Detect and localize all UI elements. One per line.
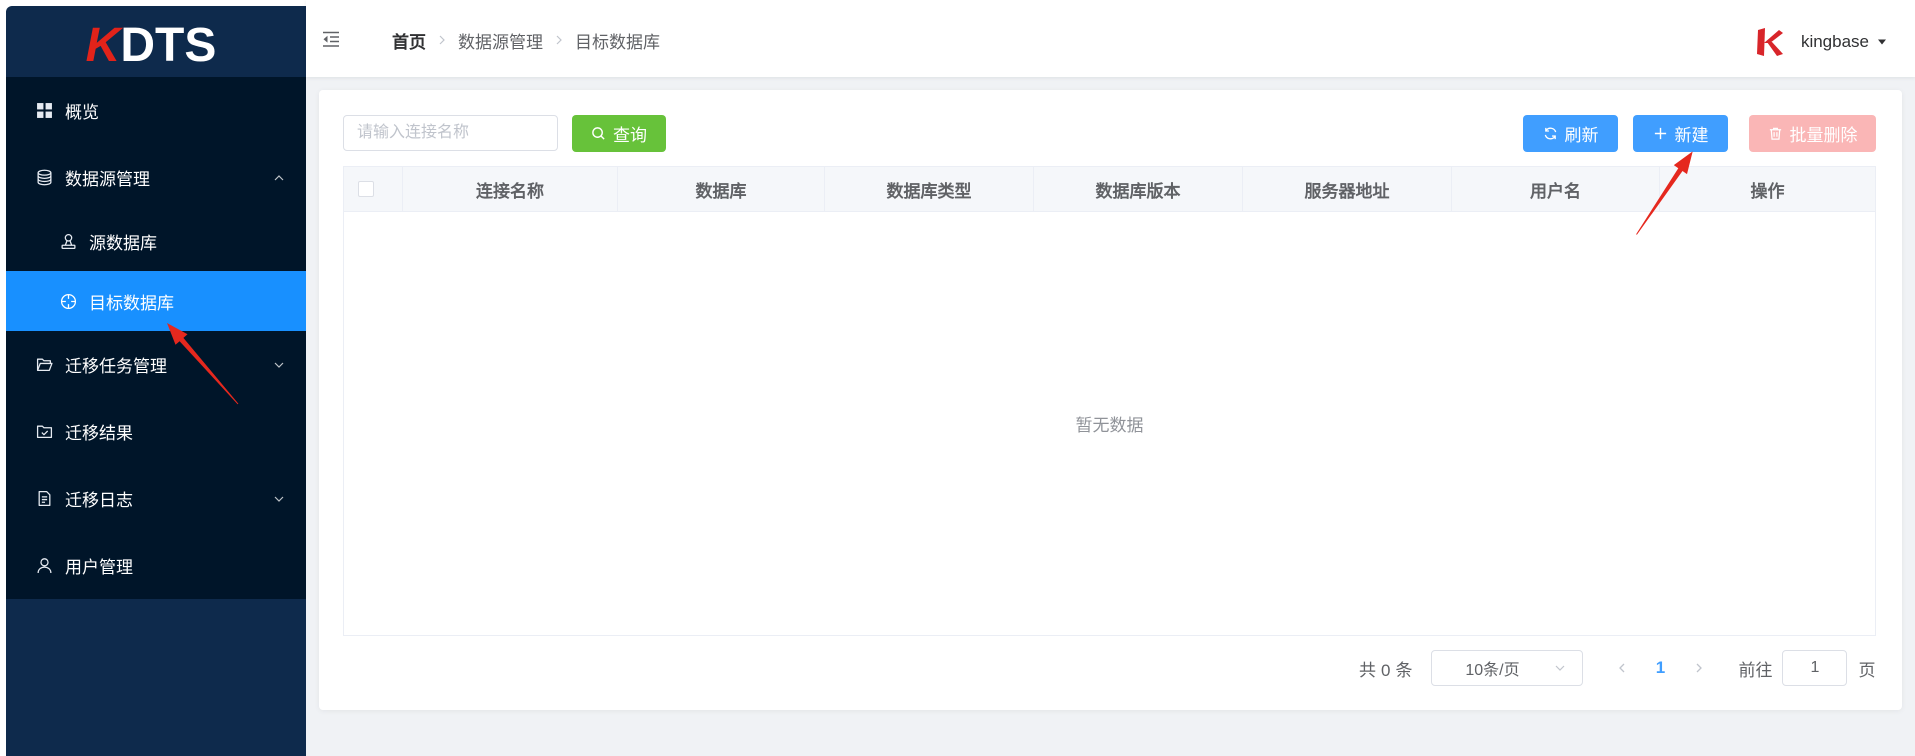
- aim-target-icon: [60, 293, 77, 310]
- logo-mark: K: [85, 19, 121, 72]
- kingbase-k-logo-icon: [1754, 27, 1784, 57]
- query-button[interactable]: 查询: [572, 115, 666, 152]
- pagination: 共0条 10条/页 1 前往 页: [1359, 650, 1875, 686]
- app-logo[interactable]: K DTS: [6, 6, 306, 77]
- breadcrumb-item-datasource-management: 数据源管理: [458, 32, 543, 52]
- chevron-right-icon: [1697, 663, 1703, 673]
- chevron-down-icon: [273, 359, 285, 371]
- folder-opened-icon: [36, 356, 53, 373]
- chevron-up-icon: [273, 172, 285, 184]
- sidebar-item-migration-logs[interactable]: 迁移日志: [6, 465, 306, 532]
- pagination-total-count: 0: [1381, 660, 1391, 680]
- search-icon: [591, 126, 606, 141]
- content-card: 查询 刷新 新建 批量删除 连接名称: [319, 90, 1902, 710]
- sidebar-item-source-database[interactable]: 源数据库: [6, 211, 306, 271]
- sidebar-item-label: 目标数据库: [89, 293, 174, 313]
- user-name: kingbase: [1800, 32, 1869, 51]
- column-header-actions: 操作: [1750, 181, 1785, 201]
- top-header: 首页 数据源管理 目标数据库 kingbase: [306, 0, 1915, 77]
- sidebar-item-target-database[interactable]: 目标数据库: [6, 271, 306, 331]
- breadcrumb-item-home[interactable]: 首页: [392, 28, 426, 53]
- chevron-right-icon: [554, 35, 564, 45]
- breadcrumb: 首页 数据源管理 目标数据库: [392, 25, 660, 53]
- sidebar-item-migration-results[interactable]: 迁移结果: [6, 398, 306, 465]
- batch-delete-button-label: 批量删除: [1789, 126, 1858, 145]
- batch-delete-button[interactable]: 批量删除: [1749, 115, 1876, 152]
- breadcrumb-item-current: 目标数据库: [575, 32, 660, 52]
- create-button-label: 新建: [1674, 126, 1709, 145]
- user-dropdown[interactable]: kingbase: [1754, 0, 1887, 77]
- pagination-jump-label: 前往: [1738, 660, 1773, 680]
- table-header: 连接名称 数据库 数据库类型 数据库版本 服务器地址 用户名 操作: [344, 167, 1875, 212]
- chevron-right-icon: [437, 35, 447, 45]
- sidebar-item-label: 源数据库: [89, 233, 157, 253]
- page-size-select[interactable]: 10条/页: [1431, 650, 1584, 686]
- table-empty-text: 暂无数据: [1075, 416, 1144, 435]
- column-header-database-version: 数据库版本: [1034, 167, 1243, 211]
- pagination-total-suffix: 条: [1395, 660, 1413, 680]
- main-content: 查询 刷新 新建 批量删除 连接名称: [306, 77, 1915, 756]
- refresh-icon: [1543, 126, 1558, 141]
- column-header-database-type: 数据库类型: [825, 167, 1034, 211]
- sidebar: K DTS 概览 数据源管理 源数据库 目标数据库 迁移任务管理 迁移结果 迁移…: [6, 6, 306, 756]
- select-all-checkbox[interactable]: [358, 181, 374, 197]
- caret-down-icon: [1877, 37, 1887, 47]
- sidebar-item-datasource-management[interactable]: 数据源管理: [6, 144, 306, 211]
- sidebar-item-label: 用户管理: [65, 558, 133, 577]
- sidebar-menu: 概览 数据源管理 源数据库 目标数据库 迁移任务管理 迁移结果 迁移日志 用户管…: [6, 77, 306, 599]
- pagination-current-page[interactable]: 1: [1645, 653, 1675, 683]
- query-button-label: 查询: [613, 126, 647, 145]
- pagination-jump-suffix: 页: [1858, 660, 1876, 680]
- refresh-button[interactable]: 刷新: [1523, 115, 1618, 152]
- refresh-button-label: 刷新: [1564, 126, 1599, 145]
- column-header-selection: [344, 167, 403, 211]
- chevron-left-icon: [1619, 663, 1625, 673]
- user-icon: [36, 557, 53, 574]
- database-icon: [36, 169, 53, 186]
- pagination-total: 共0条: [1359, 656, 1412, 681]
- page-size-value: 10条/页: [1465, 662, 1520, 679]
- pagination-next-button[interactable]: [1684, 653, 1714, 683]
- column-header-connection-name: 连接名称: [403, 167, 618, 211]
- folder-checked-icon: [36, 423, 53, 440]
- sidebar-item-migration-task-management[interactable]: 迁移任务管理: [6, 331, 306, 398]
- connections-table: 连接名称 数据库 数据库类型 数据库版本 服务器地址 用户名 操作 暂无数据: [343, 166, 1876, 636]
- table-body: 暂无数据: [344, 212, 1875, 635]
- pagination-prev-button[interactable]: [1607, 653, 1637, 683]
- chevron-down-icon: [273, 493, 285, 505]
- chevron-down-icon: [1554, 662, 1566, 674]
- column-header-username: 用户名: [1452, 167, 1660, 211]
- delete-icon: [1768, 126, 1783, 141]
- column-header-database: 数据库: [618, 167, 825, 211]
- connection-name-search-input[interactable]: [343, 115, 558, 151]
- sidebar-item-label: 概览: [65, 103, 99, 122]
- sidebar-item-label: 迁移日志: [65, 491, 133, 510]
- document-icon: [36, 490, 53, 507]
- pagination-jump-input[interactable]: [1782, 650, 1848, 686]
- user-stamp-icon: [60, 233, 77, 250]
- dashboard-grid-icon: [36, 102, 53, 119]
- logo-name: DTS: [120, 19, 217, 72]
- sidebar-item-label: 迁移任务管理: [65, 357, 167, 376]
- sidebar-item-label: 数据源管理: [65, 170, 150, 189]
- sidebar-item-label: 迁移结果: [65, 424, 133, 443]
- menu-fold-icon[interactable]: [321, 29, 341, 49]
- plus-icon: [1653, 126, 1668, 141]
- pagination-total-prefix: 共: [1359, 660, 1376, 680]
- sidebar-item-user-management[interactable]: 用户管理: [6, 532, 306, 599]
- create-button[interactable]: 新建: [1633, 115, 1728, 152]
- column-header-server-address: 服务器地址: [1243, 167, 1452, 211]
- sidebar-item-overview[interactable]: 概览: [6, 77, 306, 144]
